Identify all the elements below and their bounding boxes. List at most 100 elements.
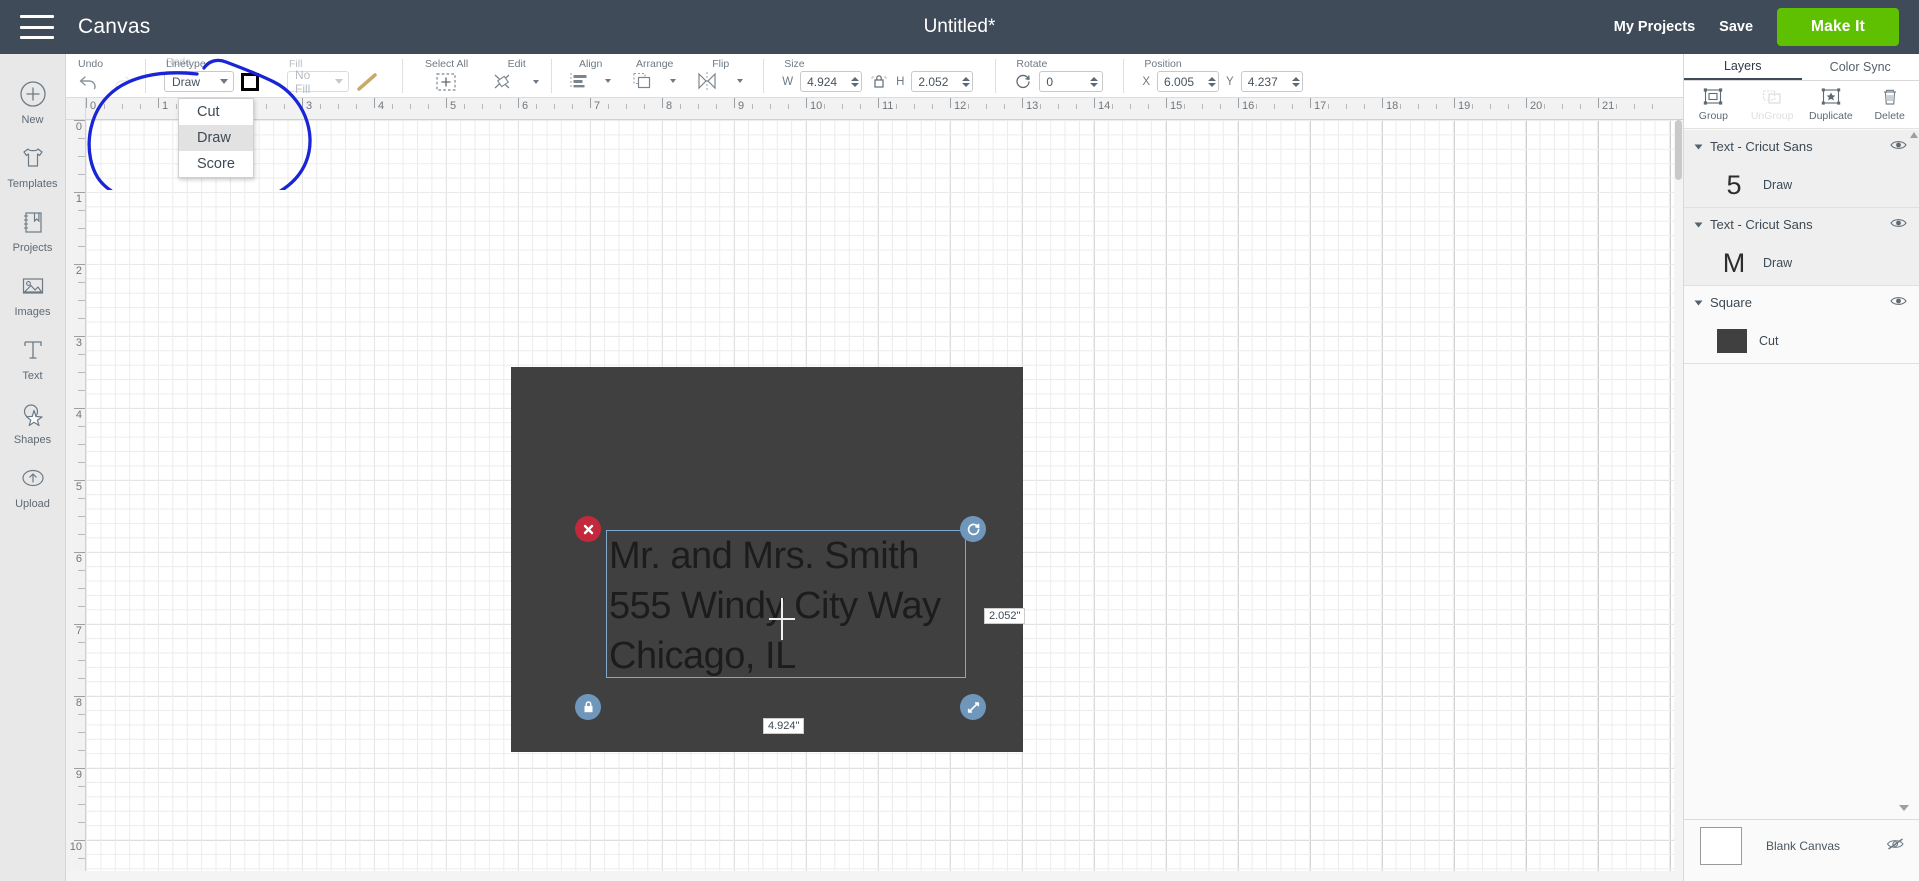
rotate-stepper[interactable] bbox=[1090, 76, 1099, 87]
pen-color-swatch[interactable] bbox=[356, 72, 378, 92]
ruler-subtick bbox=[78, 804, 85, 805]
select-all-icon[interactable] bbox=[434, 71, 458, 93]
ruler-subtick bbox=[1580, 104, 1581, 109]
my-projects-link[interactable]: My Projects bbox=[1614, 19, 1695, 35]
sidebar-item-new[interactable]: New bbox=[0, 68, 65, 132]
eye-icon[interactable] bbox=[1890, 216, 1907, 234]
make-it-button[interactable]: Make It bbox=[1777, 8, 1899, 46]
fill-select[interactable]: No Fill bbox=[287, 68, 349, 96]
sidebar-item-templates[interactable]: Templates bbox=[0, 132, 65, 196]
design-canvas[interactable]: 0123456789101112131415161718192021 01234… bbox=[66, 98, 1683, 881]
lock-icon[interactable] bbox=[871, 72, 887, 92]
layer-group[interactable]: Square Cut bbox=[1684, 286, 1919, 364]
layer-group-header[interactable]: Square bbox=[1684, 286, 1919, 319]
chevron-down-icon[interactable] bbox=[1694, 222, 1703, 227]
ruler-subtick bbox=[896, 104, 897, 109]
sidebar-item-images[interactable]: Images bbox=[0, 260, 65, 324]
chevron-down-icon[interactable] bbox=[737, 79, 744, 83]
tab-color-sync[interactable]: Color Sync bbox=[1802, 54, 1919, 80]
save-button[interactable]: Save bbox=[1719, 19, 1753, 35]
delete-x-handle[interactable] bbox=[575, 516, 601, 542]
layer-child[interactable]: 5 Draw bbox=[1684, 163, 1919, 207]
toolbar-group-select-all[interactable]: Select All bbox=[403, 54, 482, 98]
ruler-number: 17 bbox=[1314, 100, 1327, 112]
layer-color-swatch[interactable] bbox=[1717, 329, 1747, 353]
sidebar-item-projects[interactable]: Projects bbox=[0, 196, 65, 260]
width-stepper[interactable] bbox=[851, 76, 860, 87]
height-stepper[interactable] bbox=[962, 76, 971, 87]
redo-arrow-icon[interactable] bbox=[109, 71, 135, 93]
y-input[interactable]: 4.237 bbox=[1240, 71, 1303, 92]
sidebar-item-shapes[interactable]: Shapes bbox=[0, 388, 65, 452]
flip-icon[interactable] bbox=[696, 71, 722, 91]
blank-canvas-row[interactable]: Blank Canvas bbox=[1684, 820, 1919, 872]
tab-layers[interactable]: Layers bbox=[1684, 54, 1802, 80]
layers-list[interactable]: Text - Cricut Sans 5 Draw Text - Cricut … bbox=[1684, 130, 1919, 819]
group-button[interactable]: Group bbox=[1684, 81, 1743, 128]
delete-button[interactable]: Delete bbox=[1860, 81, 1919, 128]
duplicate-button[interactable]: Duplicate bbox=[1802, 81, 1861, 128]
width-input[interactable]: 4.924 bbox=[800, 71, 863, 92]
rotate-icon[interactable] bbox=[1014, 73, 1032, 91]
scroll-up-arrow-icon[interactable] bbox=[1910, 132, 1918, 138]
chevron-down-icon[interactable] bbox=[1694, 300, 1703, 305]
text-line-1: Mr. and Mrs. Smith bbox=[609, 535, 919, 577]
rotate-handle[interactable] bbox=[960, 516, 986, 542]
text-object-selected[interactable]: Mr. and Mrs. Smith 555 Windy City Way Ch… bbox=[606, 530, 966, 678]
sidebar-item-text[interactable]: Text bbox=[0, 324, 65, 388]
layer-group-header[interactable]: Text - Cricut Sans bbox=[1684, 130, 1919, 163]
toolbar-group-flip[interactable]: Flip bbox=[686, 54, 753, 98]
sidebar-item-upload[interactable]: Upload bbox=[0, 452, 65, 516]
resize-handle[interactable] bbox=[960, 694, 986, 720]
arrange-layers-icon[interactable] bbox=[631, 71, 655, 91]
linetype-select[interactable]: Draw bbox=[164, 71, 234, 92]
layer-group[interactable]: Text - Cricut Sans M Draw bbox=[1684, 208, 1919, 286]
height-input[interactable]: 2.052 bbox=[911, 71, 974, 92]
duplicate-icon bbox=[1821, 88, 1841, 105]
eye-icon[interactable] bbox=[1890, 294, 1907, 312]
toolbar-group-align[interactable]: Align bbox=[552, 54, 621, 98]
scissors-edit-icon[interactable] bbox=[492, 71, 518, 93]
ruler-subtick bbox=[78, 516, 85, 517]
x-stepper[interactable] bbox=[1208, 76, 1217, 87]
resize-arrows-icon bbox=[967, 701, 979, 713]
eye-icon[interactable] bbox=[1890, 138, 1907, 156]
hamburger-icon[interactable] bbox=[20, 15, 54, 39]
chevron-down-icon[interactable] bbox=[533, 80, 540, 84]
layer-group-header[interactable]: Text - Cricut Sans bbox=[1684, 208, 1919, 241]
x-input[interactable]: 6.005 bbox=[1157, 71, 1220, 92]
blank-canvas-thumbnail[interactable] bbox=[1700, 827, 1742, 865]
rotate-input[interactable]: 0 bbox=[1039, 71, 1104, 92]
toolbar-group-arrange[interactable]: Arrange bbox=[621, 54, 686, 98]
fill-value: No Fill bbox=[295, 67, 311, 96]
chevron-down-icon[interactable] bbox=[670, 79, 677, 83]
layer-child[interactable]: M Draw bbox=[1684, 241, 1919, 285]
align-label: Align bbox=[579, 58, 603, 70]
canvas-vertical-scrollbar[interactable] bbox=[1674, 120, 1683, 871]
toolbar-group-linetype: Linetype Draw bbox=[146, 54, 269, 98]
linetype-dropdown-menu[interactable]: Cut Draw Score bbox=[178, 98, 254, 178]
linetype-option-cut[interactable]: Cut bbox=[179, 99, 253, 125]
linetype-option-draw[interactable]: Draw bbox=[179, 125, 253, 151]
canvas-grid[interactable]: Mr. and Mrs. Smith 555 Windy City Way Ch… bbox=[86, 120, 1683, 881]
align-icon[interactable] bbox=[568, 71, 590, 91]
chevron-down-icon[interactable] bbox=[605, 79, 612, 83]
layer-child[interactable]: Cut bbox=[1684, 319, 1919, 363]
position-label: Position bbox=[1144, 58, 1182, 70]
canvas-horizontal-scrollbar[interactable] bbox=[66, 871, 1683, 881]
scroll-down-arrow-icon[interactable] bbox=[1899, 805, 1909, 811]
linetype-option-score[interactable]: Score bbox=[179, 151, 253, 177]
chevron-down-icon[interactable] bbox=[1694, 144, 1703, 149]
undo-arrow-icon[interactable] bbox=[76, 71, 102, 93]
y-stepper[interactable] bbox=[1291, 76, 1300, 87]
linetype-color-swatch[interactable] bbox=[241, 72, 259, 91]
eye-off-icon[interactable] bbox=[1886, 837, 1905, 856]
layer-group[interactable]: Text - Cricut Sans 5 Draw bbox=[1684, 130, 1919, 208]
ruler-number: 8 bbox=[666, 100, 673, 112]
blank-canvas-label: Blank Canvas bbox=[1766, 839, 1841, 853]
panel-scrollbar[interactable] bbox=[1910, 132, 1918, 872]
scrollbar-thumb[interactable] bbox=[1675, 120, 1682, 180]
ungroup-button[interactable]: UnGroup bbox=[1743, 81, 1802, 128]
toolbar-group-edit[interactable]: Edit bbox=[482, 54, 551, 98]
lock-aspect-handle[interactable] bbox=[575, 694, 601, 720]
